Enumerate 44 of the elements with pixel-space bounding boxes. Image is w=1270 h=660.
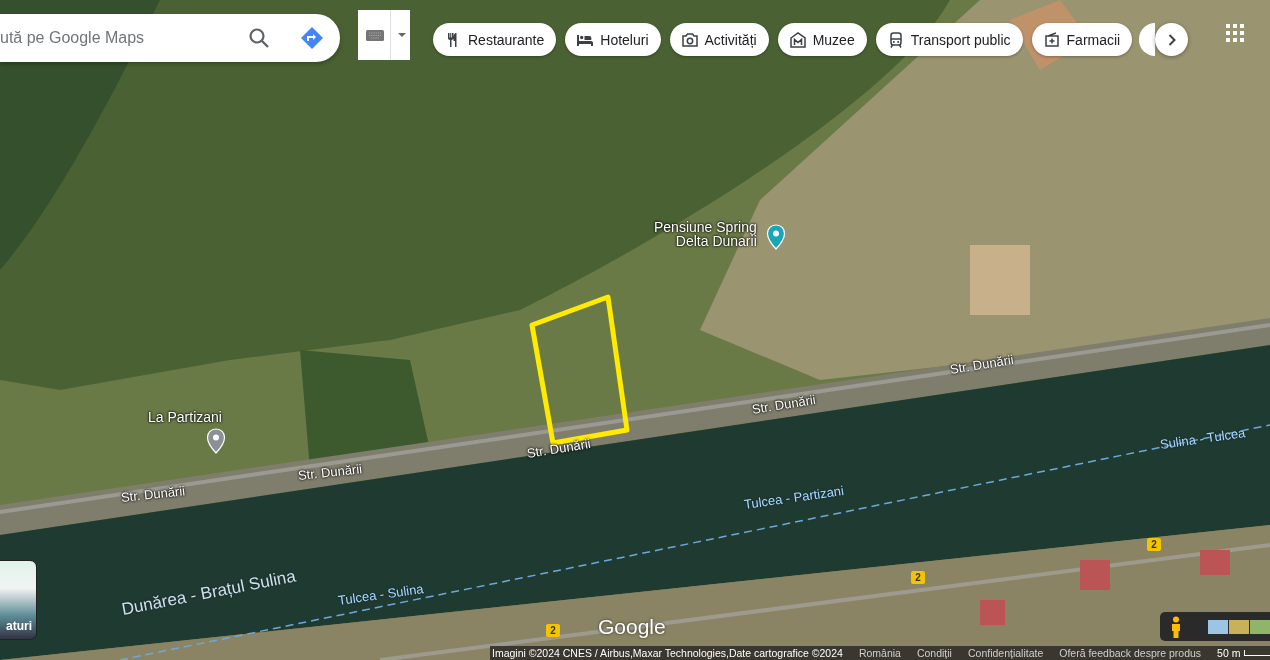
category-chip[interactable]: Restaurante <box>433 23 557 56</box>
footer-link[interactable]: Confidențialitate <box>967 647 1044 659</box>
category-chip[interactable]: Muzee <box>777 23 867 56</box>
road-number-shield: 2 <box>911 571 925 584</box>
caret-icon <box>398 33 406 37</box>
street-label: Str. Dunării <box>525 436 592 461</box>
search-icon[interactable] <box>248 27 270 49</box>
terrain-thumbnails-icon[interactable] <box>1208 619 1270 634</box>
directions-icon[interactable] <box>300 26 324 50</box>
footer-link[interactable]: Condiții <box>916 647 952 659</box>
place-label[interactable]: Pensiune Spring Delta Dunarii <box>654 220 757 248</box>
footer-link[interactable]: Oferă feedback despre produs <box>1059 647 1202 659</box>
street-label: Str. Dunării <box>297 461 363 483</box>
keyboard-icon <box>366 29 384 41</box>
street-label: Str. Dunării <box>120 483 186 505</box>
chevron-right-icon <box>1167 33 1176 46</box>
category-chip[interactable]: Transport public <box>875 23 1023 56</box>
category-chip[interactable]: Farmacii <box>1031 23 1133 56</box>
road-number-shield: 2 <box>546 624 560 637</box>
category-chip[interactable]: Activități <box>669 23 769 56</box>
map-pin-icon[interactable] <box>766 224 786 250</box>
ferry-route-label: Sulina - Tulcea <box>1158 425 1247 452</box>
street-label: Str. Dunării <box>750 392 817 417</box>
ferry-route-label: Tulcea - Partizani <box>742 483 845 512</box>
keyboard-button[interactable] <box>358 10 410 60</box>
footer-link[interactable]: România <box>858 647 901 659</box>
google-logo: Google <box>598 615 666 639</box>
road-number-shield: 2 <box>1147 538 1161 551</box>
museum-icon <box>788 30 807 49</box>
camera-icon <box>680 30 699 49</box>
place-label[interactable]: La Partizani <box>148 410 222 424</box>
layers-button[interactable]: aturi <box>0 560 37 640</box>
scale-bar: 50 m <box>1217 647 1270 659</box>
search-bar[interactable]: ută pe Google Maps <box>0 14 340 62</box>
street-label: Str. Dunării <box>948 352 1015 377</box>
ferry-route-label: Tulcea - Sulina <box>336 581 425 608</box>
pharmacy-icon <box>1042 30 1061 49</box>
category-chip[interactable]: Hoteluri <box>565 23 661 56</box>
pegman-icon[interactable] <box>1170 615 1182 638</box>
map-pin-icon[interactable] <box>206 428 226 454</box>
river-label: Dunărea - Brațul Sulina <box>120 566 298 620</box>
apps-grid-icon[interactable] <box>1226 24 1244 42</box>
attribution-text: Imagini ©2024 CNES / Airbus,Maxar Technologies,Date cartografice ©2024 <box>492 647 843 659</box>
search-field[interactable]: ută pe Google Maps <box>0 29 230 47</box>
